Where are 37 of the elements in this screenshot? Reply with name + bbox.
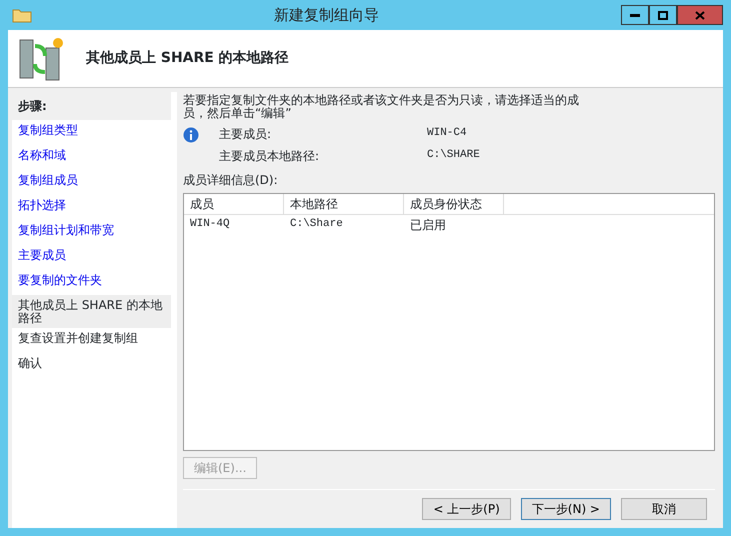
steps-heading: 步骤:	[12, 92, 171, 120]
maximize-icon	[658, 10, 668, 20]
wizard-button[interactable]: < 上一步(P)	[422, 498, 511, 520]
table-cell-text: WIN-4Q	[189, 217, 231, 232]
window-title: 新建复制组向导	[273, 4, 380, 26]
wizard-step[interactable]: 其他成员上 SHARE 的本地路径	[12, 295, 171, 328]
folder-icon	[12, 7, 32, 23]
column-header[interactable]: 成员	[184, 194, 284, 214]
table-cell-text: C:\Share	[289, 217, 344, 232]
info-value: C:\SHARE	[427, 148, 480, 164]
wizard-step[interactable]: 复制组成员	[12, 170, 171, 195]
wizard-step[interactable]: 要复制的文件夹	[12, 270, 171, 295]
table-label: 成员详细信息(D):	[183, 172, 279, 190]
info-label: 主要成员:	[219, 126, 272, 144]
table-cell-text: 已启用	[409, 217, 447, 234]
wizard-step[interactable]: 主要成员	[12, 245, 171, 270]
column-header[interactable]: 本地路径	[284, 194, 404, 214]
maximize-button[interactable]	[649, 5, 677, 25]
wizard-step[interactable]: 复查设置并创建复制组	[12, 328, 171, 354]
wizard-step[interactable]: 拓扑选择	[12, 195, 171, 220]
wizard-step[interactable]: 确认	[12, 353, 171, 378]
wizard-step[interactable]: 复制组类型	[12, 120, 171, 145]
info-icon	[183, 127, 199, 144]
wizard-step[interactable]: 名称和域	[12, 145, 171, 170]
page-heading: 其他成员上 SHARE 的本地路径	[86, 49, 289, 68]
wizard-button[interactable]: 下一步(N) >	[520, 498, 611, 520]
minimize-icon	[630, 13, 640, 17]
wizard-step[interactable]: 复制组计划和带宽	[12, 220, 171, 245]
servers-icon	[18, 36, 64, 82]
close-button[interactable]	[677, 5, 723, 25]
info-value: WIN-C4	[427, 126, 468, 142]
close-icon	[695, 10, 705, 20]
wizard-button[interactable]: 取消	[621, 498, 707, 520]
info-label: 主要成员本地路径:	[219, 148, 320, 166]
instruction-text: 若要指定复制文件夹的本地路径或者该文件夹是否为只读，请选择适当的成员，然后单击“编辑”	[183, 94, 580, 120]
minimize-button[interactable]	[621, 5, 649, 25]
column-header[interactable]: 成员身份状态	[404, 194, 504, 214]
